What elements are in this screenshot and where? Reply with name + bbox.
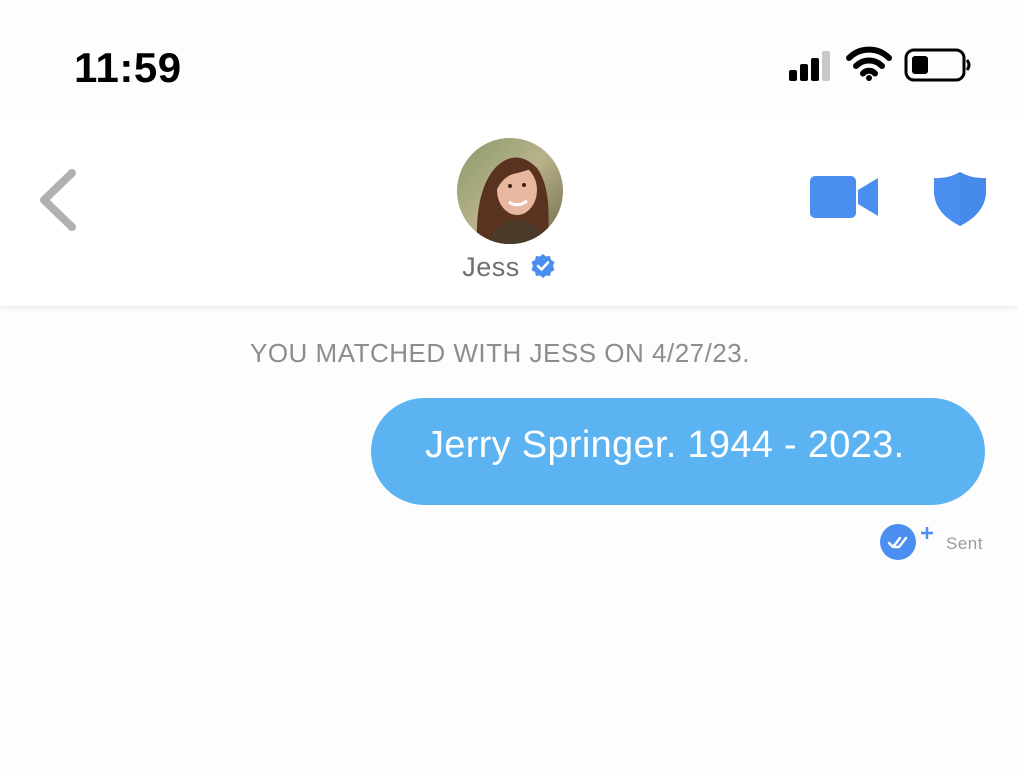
match-notice: YOU MATCHED WITH JESS ON 4/27/23. bbox=[249, 338, 750, 368]
wifi-icon bbox=[846, 46, 892, 81]
avatar-photo bbox=[457, 138, 563, 244]
message-status: Sent bbox=[946, 534, 983, 553]
match-avatar[interactable] bbox=[457, 138, 563, 244]
message-text: Jerry Springer. 1944 - 2023. bbox=[425, 424, 905, 466]
match-name: Jess bbox=[462, 252, 520, 282]
read-receipt-icon[interactable] bbox=[878, 522, 938, 562]
shield-icon[interactable] bbox=[932, 170, 988, 228]
status-bar: 11:59 bbox=[0, 0, 1018, 120]
status-time: 11:59 bbox=[74, 44, 182, 91]
match-name-row[interactable]: Jess bbox=[0, 252, 1018, 283]
chat-screen: 11:59 Jess YOU MATCHED WITH JESS ON 4/27… bbox=[0, 0, 1018, 775]
cellular-signal-icon bbox=[789, 51, 830, 81]
verified-badge-icon bbox=[531, 254, 555, 278]
chat-header: Jess bbox=[0, 120, 1018, 307]
video-camera-icon[interactable] bbox=[808, 172, 882, 222]
outgoing-message-bubble[interactable]: Jerry Springer. 1944 - 2023. bbox=[371, 398, 985, 505]
battery-low-icon bbox=[904, 48, 971, 82]
back-button[interactable] bbox=[30, 165, 90, 235]
